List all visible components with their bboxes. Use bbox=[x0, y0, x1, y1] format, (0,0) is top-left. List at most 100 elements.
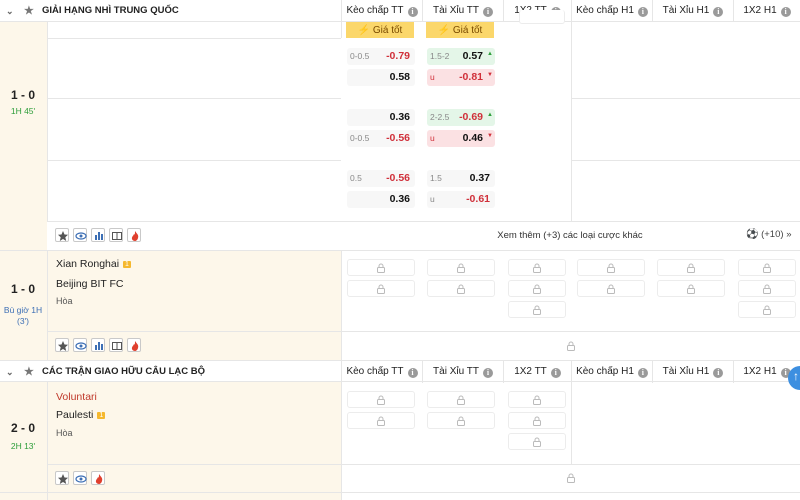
locked-odds bbox=[657, 280, 725, 297]
info-icon[interactable]: i bbox=[713, 7, 724, 17]
odds-button[interactable]: 0.5 -0.56 bbox=[347, 170, 415, 187]
odds-button[interactable]: u 0.46 ▼ bbox=[427, 130, 495, 147]
league-name: GIẢI HẠNG NHÌ TRUNG QUỐC bbox=[42, 5, 179, 16]
eye-icon[interactable] bbox=[73, 338, 87, 352]
info-icon[interactable]: i bbox=[637, 7, 648, 17]
locked-odds bbox=[347, 412, 415, 429]
col-header-hc-h1: Kèo chấp H1 i bbox=[571, 361, 652, 383]
chevron-down-icon[interactable]: ⌄ bbox=[6, 361, 14, 383]
info-icon[interactable]: i bbox=[407, 368, 418, 378]
match-time: 2H 13' bbox=[10, 441, 36, 451]
col-header-hc-ft: Kèo chấp TT i bbox=[341, 361, 422, 383]
field-icon[interactable] bbox=[109, 228, 123, 242]
good-price-label: ⚡ Giá tốt bbox=[346, 22, 414, 39]
match2-row bbox=[0, 250, 341, 360]
odds-button[interactable]: 1.5 0.37 bbox=[427, 170, 495, 187]
locked-odds bbox=[738, 280, 796, 297]
locked-odds bbox=[427, 412, 495, 429]
info-icon[interactable]: i bbox=[713, 368, 724, 378]
draw-label: Hòa bbox=[56, 296, 73, 306]
info-icon[interactable]: i bbox=[780, 7, 791, 17]
col-header-ou-ft: Tài Xỉu TT i bbox=[422, 361, 503, 383]
locked-odds bbox=[657, 259, 725, 276]
down-arrow-icon: ▼ bbox=[487, 72, 493, 78]
odds-button[interactable]: 0.36 bbox=[347, 191, 415, 208]
star-icon[interactable] bbox=[55, 228, 69, 242]
good-price-label: ⚡ Giá tốt bbox=[426, 22, 494, 39]
info-icon[interactable]: i bbox=[407, 7, 418, 17]
more-bets-link[interactable]: Xem thêm (+3) các loại cược khác bbox=[400, 230, 740, 241]
eye-icon[interactable] bbox=[73, 228, 87, 242]
locked-odds bbox=[577, 280, 645, 297]
odds-button[interactable]: 0-0.5 -0.56 bbox=[347, 130, 415, 147]
locked-odds bbox=[427, 259, 495, 276]
locked-odds bbox=[508, 433, 566, 450]
double-chevron-right-icon: » bbox=[786, 229, 792, 240]
stats-icon[interactable] bbox=[91, 338, 105, 352]
up-arrow-icon: ▲ bbox=[487, 112, 493, 118]
info-icon[interactable]: i bbox=[482, 368, 493, 378]
match-time: Bù giờ 1H bbox=[3, 305, 43, 315]
locked-odds bbox=[347, 280, 415, 297]
star-icon[interactable]: ★ bbox=[24, 361, 34, 383]
col-header-hc-ft: Kèo chấp TT i bbox=[341, 0, 422, 22]
odds-button[interactable]: 0.58 bbox=[347, 69, 415, 86]
star-icon[interactable]: ★ bbox=[24, 0, 34, 22]
away-team[interactable]: Paulesti 1 bbox=[56, 409, 106, 421]
locked-odds bbox=[738, 259, 796, 276]
match1-score-panel bbox=[0, 22, 47, 250]
odds-button[interactable]: 0-0.5 -0.79 bbox=[347, 48, 415, 65]
col-header-1x2-h1: 1X2 H1 i bbox=[733, 0, 800, 22]
soccer-ball-icon: ⚽ bbox=[746, 229, 759, 240]
lock-icon bbox=[562, 469, 580, 486]
up-arrow-icon: ▲ bbox=[487, 51, 493, 57]
locked-odds bbox=[427, 391, 495, 408]
more-bets-count[interactable]: ⚽ (+10) » bbox=[746, 229, 791, 240]
info-icon[interactable]: i bbox=[550, 368, 561, 378]
odds-button[interactable]: 1.5-2 0.57 ▲ bbox=[427, 48, 495, 65]
locked-odds bbox=[508, 391, 566, 408]
league-header-2: ⌄ ★ CÁC TRẬN GIAO HỮU CÂU LẠC BỘ Kèo chấ… bbox=[0, 360, 800, 383]
locked-odds bbox=[508, 412, 566, 429]
card-badge: 1 bbox=[123, 261, 131, 268]
fire-icon[interactable] bbox=[91, 471, 105, 485]
locked-odds bbox=[347, 391, 415, 408]
stats-icon[interactable] bbox=[91, 228, 105, 242]
star-icon[interactable] bbox=[55, 338, 69, 352]
fire-icon[interactable] bbox=[127, 338, 141, 352]
down-arrow-icon: ▼ bbox=[487, 133, 493, 139]
col-header-ou-h1: Tài Xỉu H1 i bbox=[652, 0, 733, 22]
field-icon[interactable] bbox=[109, 338, 123, 352]
locked-odds bbox=[519, 10, 565, 24]
match-time-extra: (3') bbox=[16, 316, 29, 326]
scroll-top-button[interactable]: ↑ bbox=[788, 366, 800, 390]
match-score: 1 - 0 bbox=[10, 88, 35, 102]
home-team[interactable]: Xian Ronghai 1 bbox=[56, 258, 131, 270]
locked-odds bbox=[738, 301, 796, 318]
league-name: CÁC TRẬN GIAO HỮU CÂU LẠC BỘ bbox=[42, 366, 206, 377]
info-icon[interactable]: i bbox=[637, 368, 648, 378]
locked-odds bbox=[508, 259, 566, 276]
arrow-up-icon: ↑ bbox=[793, 369, 799, 383]
odds-button[interactable]: 0.36 bbox=[347, 109, 415, 126]
locked-odds bbox=[427, 280, 495, 297]
info-icon[interactable]: i bbox=[482, 7, 493, 17]
odds-button[interactable]: u -0.61 bbox=[427, 191, 495, 208]
chevron-down-icon[interactable]: ⌄ bbox=[6, 0, 14, 22]
col-header-hc-h1: Kèo chấp H1 i bbox=[571, 0, 652, 22]
away-team[interactable]: Beijing BIT FC bbox=[56, 278, 124, 290]
odds-button[interactable]: 2-2.5 -0.69 ▲ bbox=[427, 109, 495, 126]
league-header-1: ⌄ ★ GIẢI HẠNG NHÌ TRUNG QUỐC Kèo chấp TT… bbox=[0, 0, 800, 22]
match-score: 2 - 0 bbox=[10, 421, 35, 435]
star-icon[interactable] bbox=[55, 471, 69, 485]
odds-button[interactable]: u -0.81 ▼ bbox=[427, 69, 495, 86]
match3-row bbox=[0, 382, 341, 500]
fire-icon[interactable] bbox=[127, 228, 141, 242]
locked-odds bbox=[577, 259, 645, 276]
locked-odds bbox=[508, 301, 566, 318]
home-team[interactable]: Voluntari bbox=[56, 391, 97, 403]
eye-icon[interactable] bbox=[73, 471, 87, 485]
locked-odds bbox=[347, 259, 415, 276]
col-header-ou-ft: Tài Xỉu TT i bbox=[422, 0, 503, 22]
col-header-1x2-ft: 1X2 TTi bbox=[503, 361, 571, 383]
